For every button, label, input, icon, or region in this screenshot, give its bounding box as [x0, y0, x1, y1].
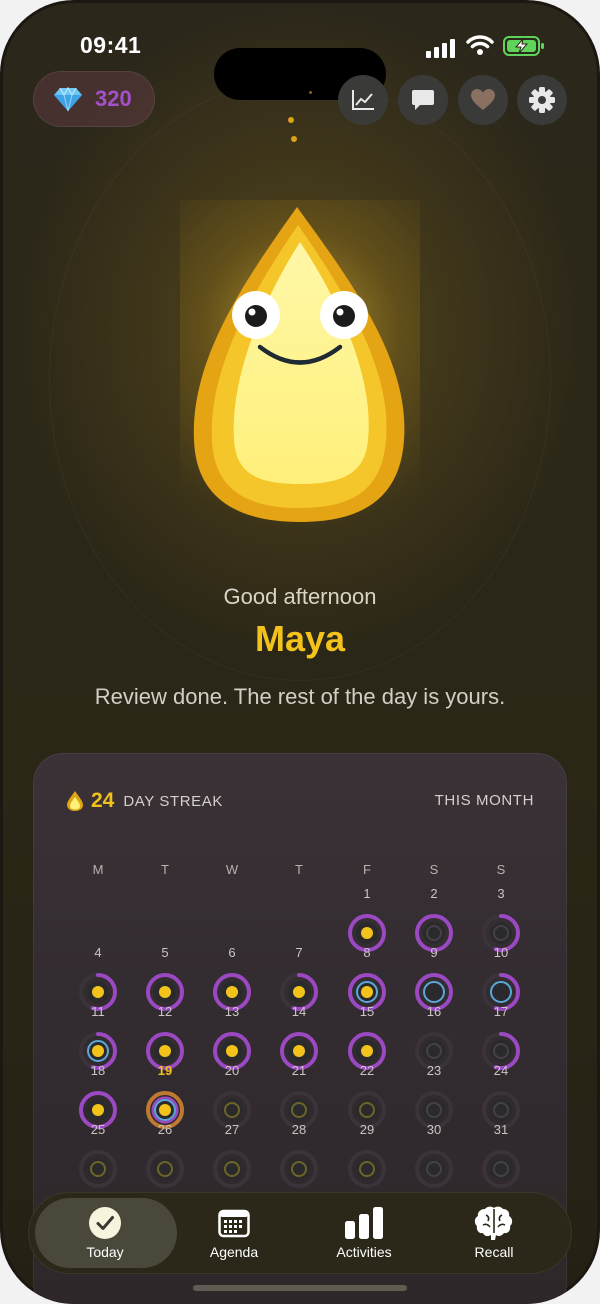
- battery-charging-icon: [503, 36, 544, 56]
- calendar-day-ring[interactable]: [347, 1149, 387, 1189]
- sparkle-dot: [291, 136, 297, 142]
- calendar-day-number: 30: [426, 1122, 442, 1137]
- calendar-day-number: 1: [363, 886, 371, 901]
- diamond-icon: [54, 86, 82, 112]
- settings-button[interactable]: [517, 75, 567, 125]
- tab-today[interactable]: Today: [45, 1192, 165, 1274]
- heart-icon: [471, 89, 495, 110]
- flame-icon: [67, 791, 83, 811]
- calendar-day-number: 23: [426, 1063, 442, 1078]
- streak-label: DAY STREAK: [123, 792, 223, 810]
- tab-activities[interactable]: Activities: [304, 1192, 424, 1274]
- calendar-day-number: 31: [493, 1122, 509, 1137]
- calendar-day-number: 16: [426, 1004, 442, 1019]
- calendar-icon: [218, 1209, 250, 1238]
- chat-bubble-icon: [412, 90, 434, 110]
- calendar-day-ring[interactable]: [481, 1149, 521, 1189]
- favorites-button[interactable]: [458, 75, 508, 125]
- calendar-day-number: 2: [430, 886, 438, 901]
- tab-label: Recall: [474, 1244, 514, 1260]
- user-name: Maya: [254, 618, 346, 659]
- tab-label: Today: [86, 1244, 124, 1260]
- calendar-day-number: 20: [224, 1063, 240, 1078]
- calendar-day-number: 24: [493, 1063, 509, 1078]
- streak-summary: 24 DAY STREAK: [65, 789, 223, 813]
- calendar-day-number: 11: [91, 1004, 105, 1019]
- calendar-day-number: 15: [359, 1004, 375, 1019]
- weekday-label: S: [429, 862, 439, 877]
- chart-line-icon: [352, 90, 374, 110]
- calendar-day-number: 27: [224, 1122, 240, 1137]
- calendar-day-number: 25: [90, 1122, 106, 1137]
- status-bar: 09:41: [0, 30, 600, 100]
- calendar-day-number: 13: [224, 1004, 240, 1019]
- calendar-day-number: 7: [295, 945, 303, 960]
- calendar-day-number: 19: [157, 1063, 173, 1078]
- stats-button[interactable]: [338, 75, 388, 125]
- calendar-day-number: 17: [493, 1004, 509, 1019]
- calendar-day-number: 28: [291, 1122, 307, 1137]
- flame-mascot: [180, 200, 420, 530]
- calendar-day-ring[interactable]: [145, 1149, 185, 1189]
- calendar-day-number: 3: [497, 886, 505, 901]
- calendar-day-number: 12: [157, 1004, 173, 1019]
- sparkle-dot: [288, 117, 294, 123]
- chat-button[interactable]: [398, 75, 448, 125]
- bar-chart-icon: [345, 1207, 383, 1239]
- calendar-day-number: 5: [161, 945, 169, 960]
- status-message: Review done. The rest of the day is your…: [94, 684, 506, 709]
- streak-count: 24: [91, 789, 115, 812]
- status-time: 09:41: [80, 32, 142, 58]
- period-selector[interactable]: THIS MONTH: [435, 792, 534, 809]
- app-screen: 09:41 320 Good afternoon Maya Review don…: [0, 0, 600, 1304]
- weekday-label: T: [161, 862, 169, 877]
- tab-agenda[interactable]: Agenda: [174, 1192, 294, 1274]
- weekday-label: S: [496, 862, 506, 877]
- home-indicator: [193, 1285, 407, 1291]
- calendar-day-number: 29: [359, 1122, 375, 1137]
- calendar-day-number: 18: [90, 1063, 106, 1078]
- calendar-day-number: 22: [359, 1063, 375, 1078]
- calendar-day-number: 14: [291, 1004, 307, 1019]
- gem-balance[interactable]: 320: [33, 71, 155, 127]
- gear-icon: [529, 87, 555, 113]
- greeting-salutation: Good afternoon: [223, 584, 377, 609]
- calendar-day-number: 6: [228, 945, 236, 960]
- calendar-day-number: 26: [157, 1122, 173, 1137]
- calendar-day-ring[interactable]: [212, 1149, 252, 1189]
- weekday-label: M: [92, 862, 104, 877]
- calendar-day-number: 9: [430, 945, 438, 960]
- weekday-label: W: [225, 862, 239, 877]
- brain-icon: [474, 1206, 513, 1240]
- calendar-day-ring[interactable]: [414, 1149, 454, 1189]
- tab-bar: Today Agenda Activities Recall: [28, 1192, 572, 1274]
- checkmark-circle-icon: [89, 1207, 121, 1239]
- calendar-day-number: 4: [94, 945, 102, 960]
- calendar-day-number: 21: [291, 1063, 307, 1078]
- tab-label: Activities: [336, 1244, 392, 1260]
- sparkle-dot: [309, 91, 312, 94]
- calendar-day-ring[interactable]: [78, 1149, 118, 1189]
- weekday-label: T: [295, 862, 303, 877]
- signal-icon: [426, 39, 455, 58]
- calendar-day-number: 10: [493, 945, 509, 960]
- gem-count: 320: [95, 86, 132, 111]
- calendar-day-number: 8: [363, 945, 371, 960]
- tab-recall[interactable]: Recall: [434, 1192, 554, 1274]
- tab-label: Agenda: [209, 1244, 259, 1260]
- calendar-day-ring[interactable]: [279, 1149, 319, 1189]
- weekday-label: F: [363, 862, 371, 877]
- wifi-icon: [466, 35, 494, 55]
